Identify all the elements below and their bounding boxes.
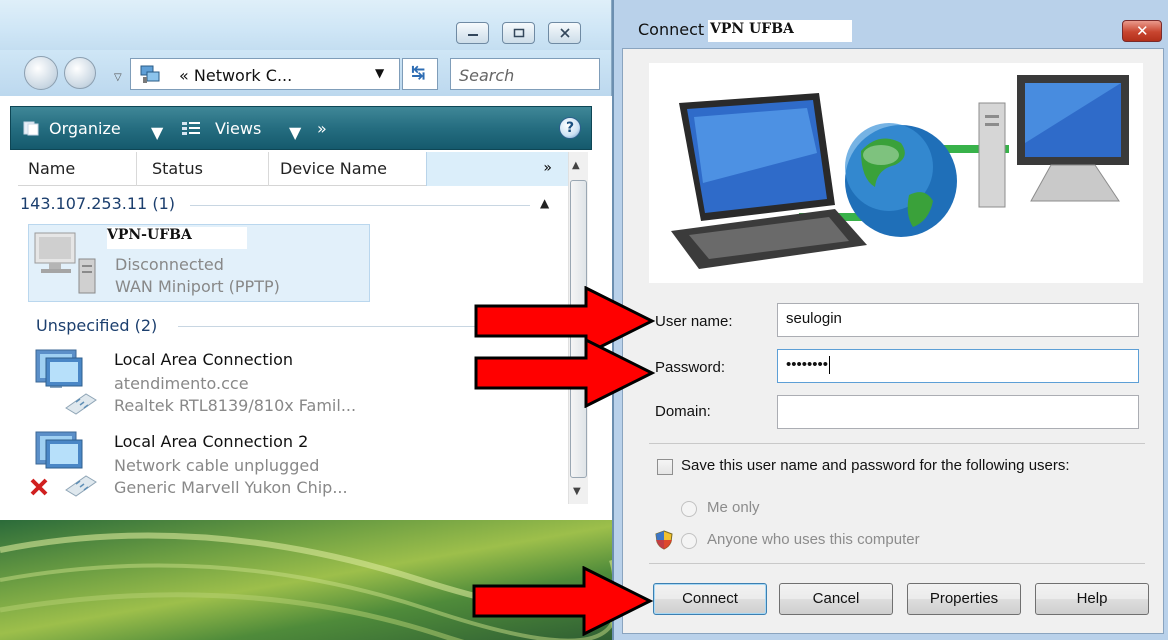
recent-pages-chevron-icon[interactable]: ▽ — [114, 72, 122, 83]
dialog-close-button[interactable]: ✕ — [1122, 20, 1162, 42]
red-arrow-icon — [474, 338, 656, 408]
window-titlebar — [0, 0, 612, 50]
vpn-connection-icon — [34, 232, 96, 294]
red-arrow-icon — [472, 566, 654, 636]
column-divider[interactable] — [136, 152, 137, 186]
double-chevron-icon: » — [543, 160, 552, 176]
list-item[interactable]: VPN-UFBA Disconnected WAN Miniport (PPTP… — [28, 224, 370, 302]
me-only-radio[interactable] — [681, 501, 697, 517]
address-bar[interactable]: « Network C... ▼ — [130, 58, 400, 90]
cancel-button[interactable]: Cancel — [779, 583, 893, 615]
network-adapter-icon[interactable] — [30, 346, 106, 418]
collapse-chevron-icon[interactable]: ▲ — [540, 196, 549, 210]
domain-field[interactable] — [777, 395, 1139, 429]
minimize-button[interactable] — [456, 22, 489, 44]
help-button[interactable]: Help — [1035, 583, 1149, 615]
maximize-icon — [513, 28, 525, 38]
item-status: Disconnected — [115, 255, 224, 274]
connect-vpn-dialog: Connect VPN UFBA ✕ User name: seulogin P… — [612, 0, 1168, 640]
column-device-name[interactable]: Device Name — [280, 159, 387, 178]
dialog-body: User name: seulogin Password: •••••••• D… — [622, 48, 1164, 634]
close-icon — [560, 28, 570, 38]
group-divider — [178, 326, 478, 327]
vpn-banner — [649, 63, 1143, 283]
divider — [649, 563, 1145, 564]
refresh-icon: ↹ — [411, 63, 426, 83]
item-name[interactable]: Local Area Connection — [114, 350, 293, 369]
maximize-button[interactable] — [502, 22, 535, 44]
uac-shield-icon — [655, 530, 673, 550]
column-status[interactable]: Status — [152, 159, 203, 178]
connect-button[interactable]: Connect — [653, 583, 767, 615]
address-dropdown-icon[interactable]: ▼ — [375, 66, 384, 80]
password-field[interactable]: •••••••• — [777, 349, 1139, 383]
group-header[interactable]: 143.107.253.11 (1) — [20, 194, 175, 213]
refresh-button[interactable]: ↹ — [402, 58, 438, 90]
address-text: « Network C... — [179, 66, 293, 85]
divider — [649, 443, 1145, 444]
password-label: Password: — [655, 359, 726, 376]
views-button[interactable]: Views — [215, 119, 261, 138]
item-name: VPN-UFBA — [107, 227, 192, 243]
organize-button[interactable]: Organize — [49, 119, 121, 138]
dialog-title: Connect — [638, 20, 705, 39]
scroll-up-icon[interactable]: ▲ — [572, 160, 580, 171]
group-divider — [190, 205, 530, 206]
search-placeholder: Search — [459, 66, 515, 85]
me-only-label[interactable]: Me only — [707, 499, 760, 516]
search-input[interactable]: Search — [450, 58, 600, 90]
password-mask: •••••••• — [786, 356, 829, 373]
forward-button[interactable] — [64, 57, 96, 89]
minimize-icon — [468, 34, 478, 36]
save-credentials-checkbox[interactable] — [657, 459, 673, 475]
dialog-title-name: VPN UFBA — [710, 21, 794, 37]
item-status: Network cable unplugged — [114, 456, 320, 475]
save-credentials-label[interactable]: Save this user name and password for the… — [681, 457, 1070, 474]
network-adapter-unplugged-icon[interactable] — [30, 428, 106, 502]
network-folder-icon — [140, 65, 160, 83]
item-status: atendimento.cce — [114, 374, 249, 393]
item-device: WAN Miniport (PPTP) — [115, 277, 280, 296]
anyone-label[interactable]: Anyone who uses this computer — [707, 531, 920, 548]
column-name[interactable]: Name — [28, 159, 75, 178]
item-device: Realtek RTL8139/810x Famil... — [114, 396, 357, 415]
scroll-down-icon[interactable]: ▼ — [573, 486, 581, 497]
text-caret — [829, 356, 831, 375]
navigation-bar: ▽ « Network C... ▼ ↹ Search — [0, 50, 612, 96]
views-chevron-icon[interactable]: ▼ — [289, 123, 301, 142]
organize-icon — [23, 121, 39, 136]
vpn-illustration — [671, 75, 1129, 269]
command-toolbar: Organize ▼ Views ▼ » ? — [10, 106, 592, 150]
item-device: Generic Marvell Yukon Chip... — [114, 478, 348, 497]
back-button[interactable] — [24, 56, 58, 90]
organize-chevron-icon[interactable]: ▼ — [151, 123, 163, 142]
close-button[interactable] — [548, 22, 581, 44]
properties-button[interactable]: Properties — [907, 583, 1021, 615]
domain-label: Domain: — [655, 403, 711, 420]
user-name-label: User name: — [655, 313, 733, 330]
more-columns-button[interactable]: » — [426, 152, 568, 186]
group-header[interactable]: Unspecified (2) — [36, 316, 157, 335]
views-icon — [182, 122, 200, 135]
column-divider[interactable] — [268, 152, 269, 186]
help-icon[interactable]: ? — [559, 117, 581, 139]
user-name-field[interactable]: seulogin — [777, 303, 1139, 337]
column-headers: Name Status Device Name » — [18, 152, 568, 186]
item-name[interactable]: Local Area Connection 2 — [114, 432, 308, 451]
more-commands-icon[interactable]: » — [317, 119, 327, 138]
anyone-radio[interactable] — [681, 533, 697, 549]
close-icon: ✕ — [1136, 22, 1149, 40]
